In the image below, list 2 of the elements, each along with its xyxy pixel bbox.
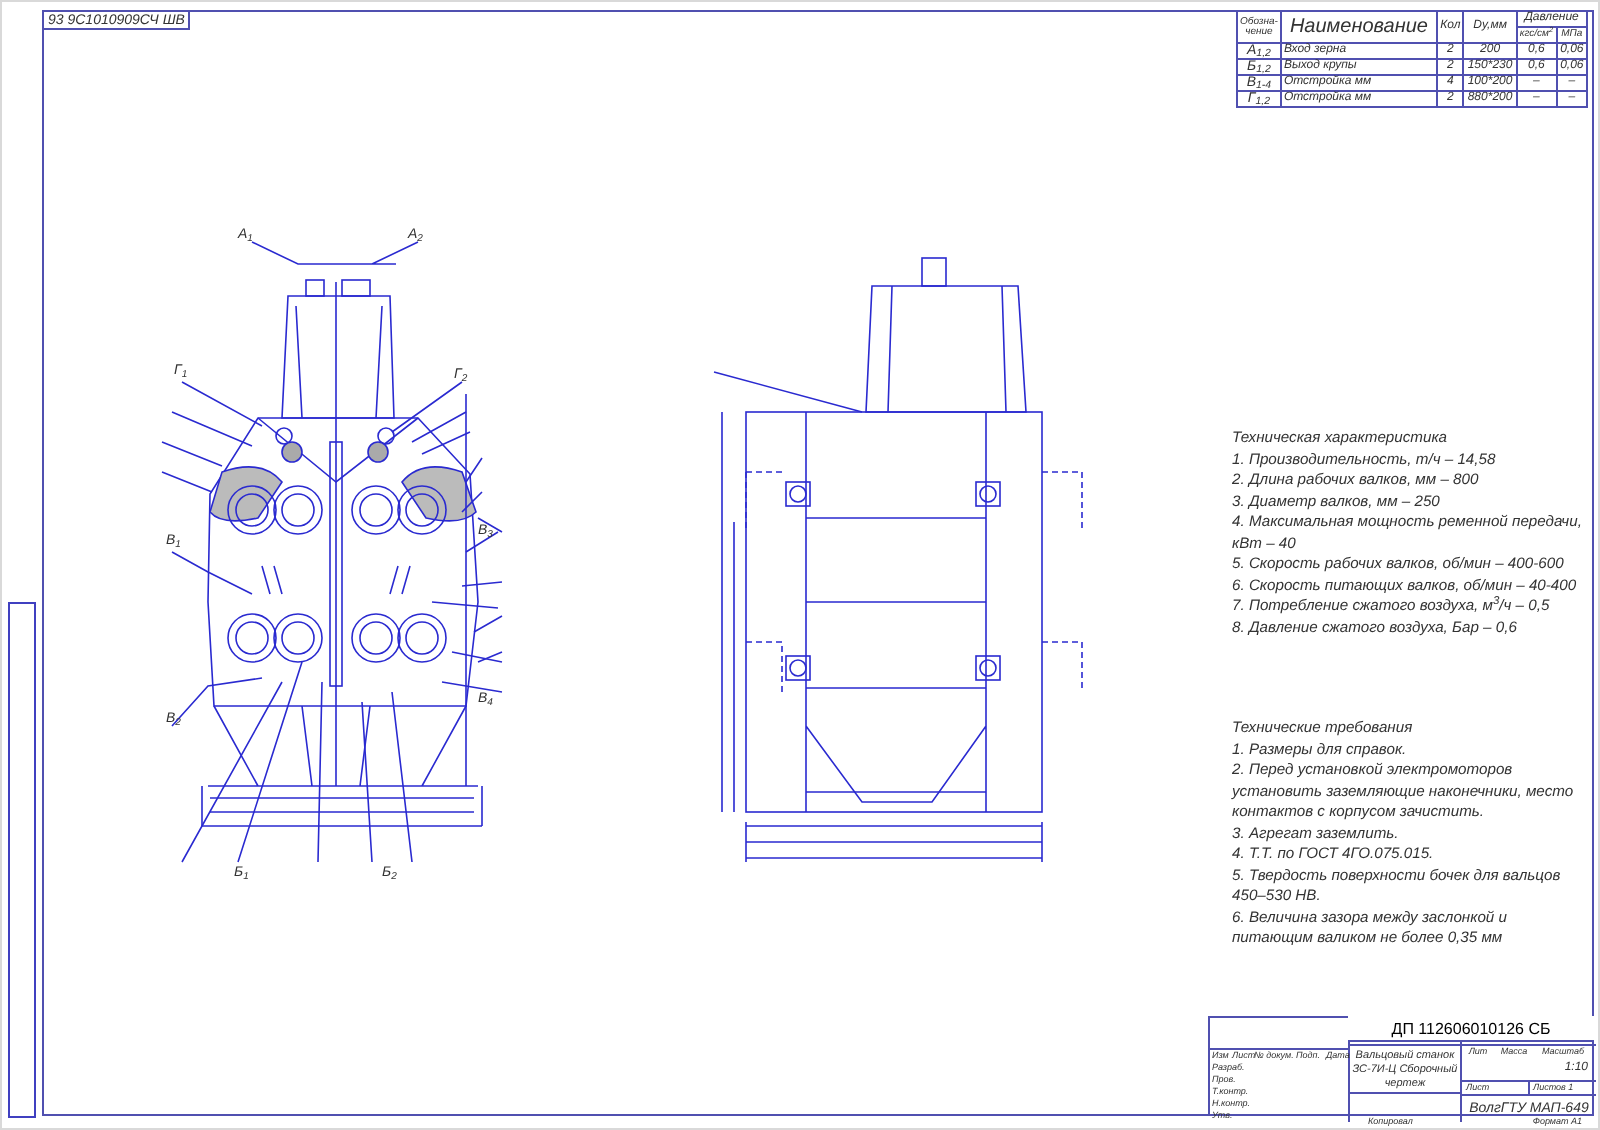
document-code: ДП 112606010126 СБ bbox=[1348, 1016, 1594, 1042]
column-header: Наименование bbox=[1280, 11, 1437, 43]
